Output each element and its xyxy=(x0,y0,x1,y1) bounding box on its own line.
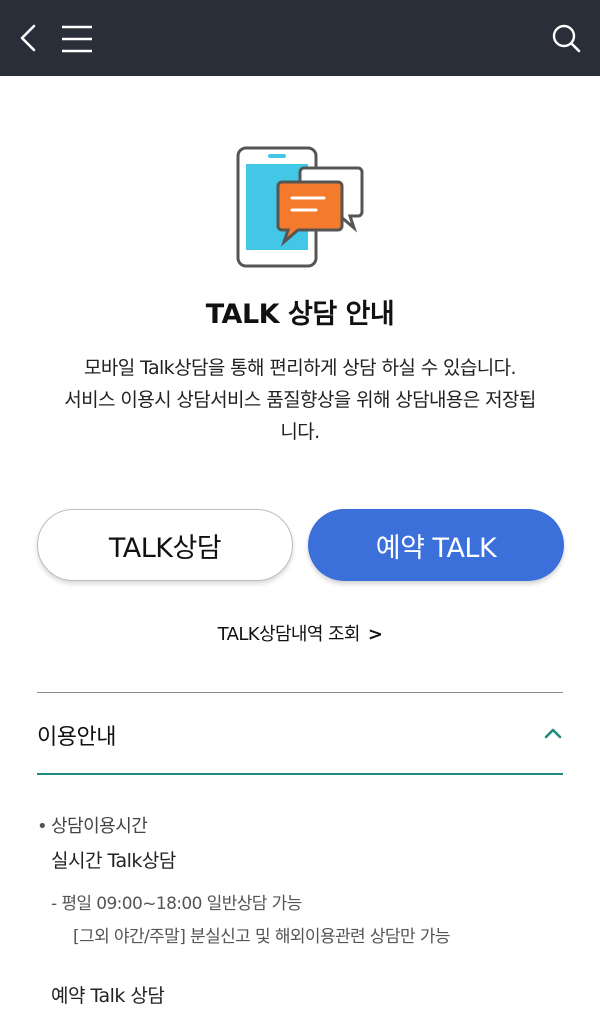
description-line: 니다. xyxy=(280,421,320,443)
description-line: 서비스 이용시 상담서비스 품질향상을 위해 상담내용은 저장됩 xyxy=(64,389,536,411)
guide-description: 모바일 Talk상담을 통해 편리하게 상담 하실 수 있습니다. 서비스 이용… xyxy=(24,352,576,448)
talk-consult-button[interactable]: TALK상담 xyxy=(37,509,293,581)
talk-history-label: TALK상담내역 조회 xyxy=(217,624,361,645)
description-line: 모바일 Talk상담을 통해 편리하게 상담 하실 수 있습니다. xyxy=(84,357,517,379)
back-arrow-icon[interactable] xyxy=(14,22,46,54)
bullet-dot: • xyxy=(37,816,48,837)
chevron-up-icon[interactable] xyxy=(543,723,563,743)
hamburger-menu-icon[interactable] xyxy=(60,24,94,54)
chevron-right-icon: > xyxy=(367,624,383,645)
after-hours-text: [그외 야간/주말] 분실신고 및 해외이용관련 상담만 가능 xyxy=(73,927,451,947)
accordion-accent-divider xyxy=(37,773,563,775)
realtime-talk-title: 실시간 Talk상담 xyxy=(51,850,176,872)
reserve-talk-title: 예약 Talk 상담 xyxy=(51,985,165,1007)
weekday-hours-text: - 평일 09:00~18:00 일반상담 가능 xyxy=(51,894,302,914)
reserve-talk-button[interactable]: 예약 TALK xyxy=(308,509,564,581)
usage-guide-content: • 상담이용시간 실시간 Talk상담 - 평일 09:00~18:00 일반상담… xyxy=(37,812,563,1008)
mobile-chat-icon xyxy=(230,140,370,274)
hours-bullet: • 상담이용시간 xyxy=(37,812,563,838)
search-icon[interactable] xyxy=(550,22,582,54)
top-navigation-bar xyxy=(0,0,600,76)
usage-guide-accordion-header[interactable]: 이용안내 xyxy=(37,693,563,773)
usage-guide-label: 이용안내 xyxy=(37,725,116,750)
page-title: TALK 상담 안내 xyxy=(205,299,395,330)
hours-bullet-label: 상담이용시간 xyxy=(51,816,148,837)
talk-history-link[interactable]: TALK상담내역 조회 > xyxy=(0,620,600,646)
